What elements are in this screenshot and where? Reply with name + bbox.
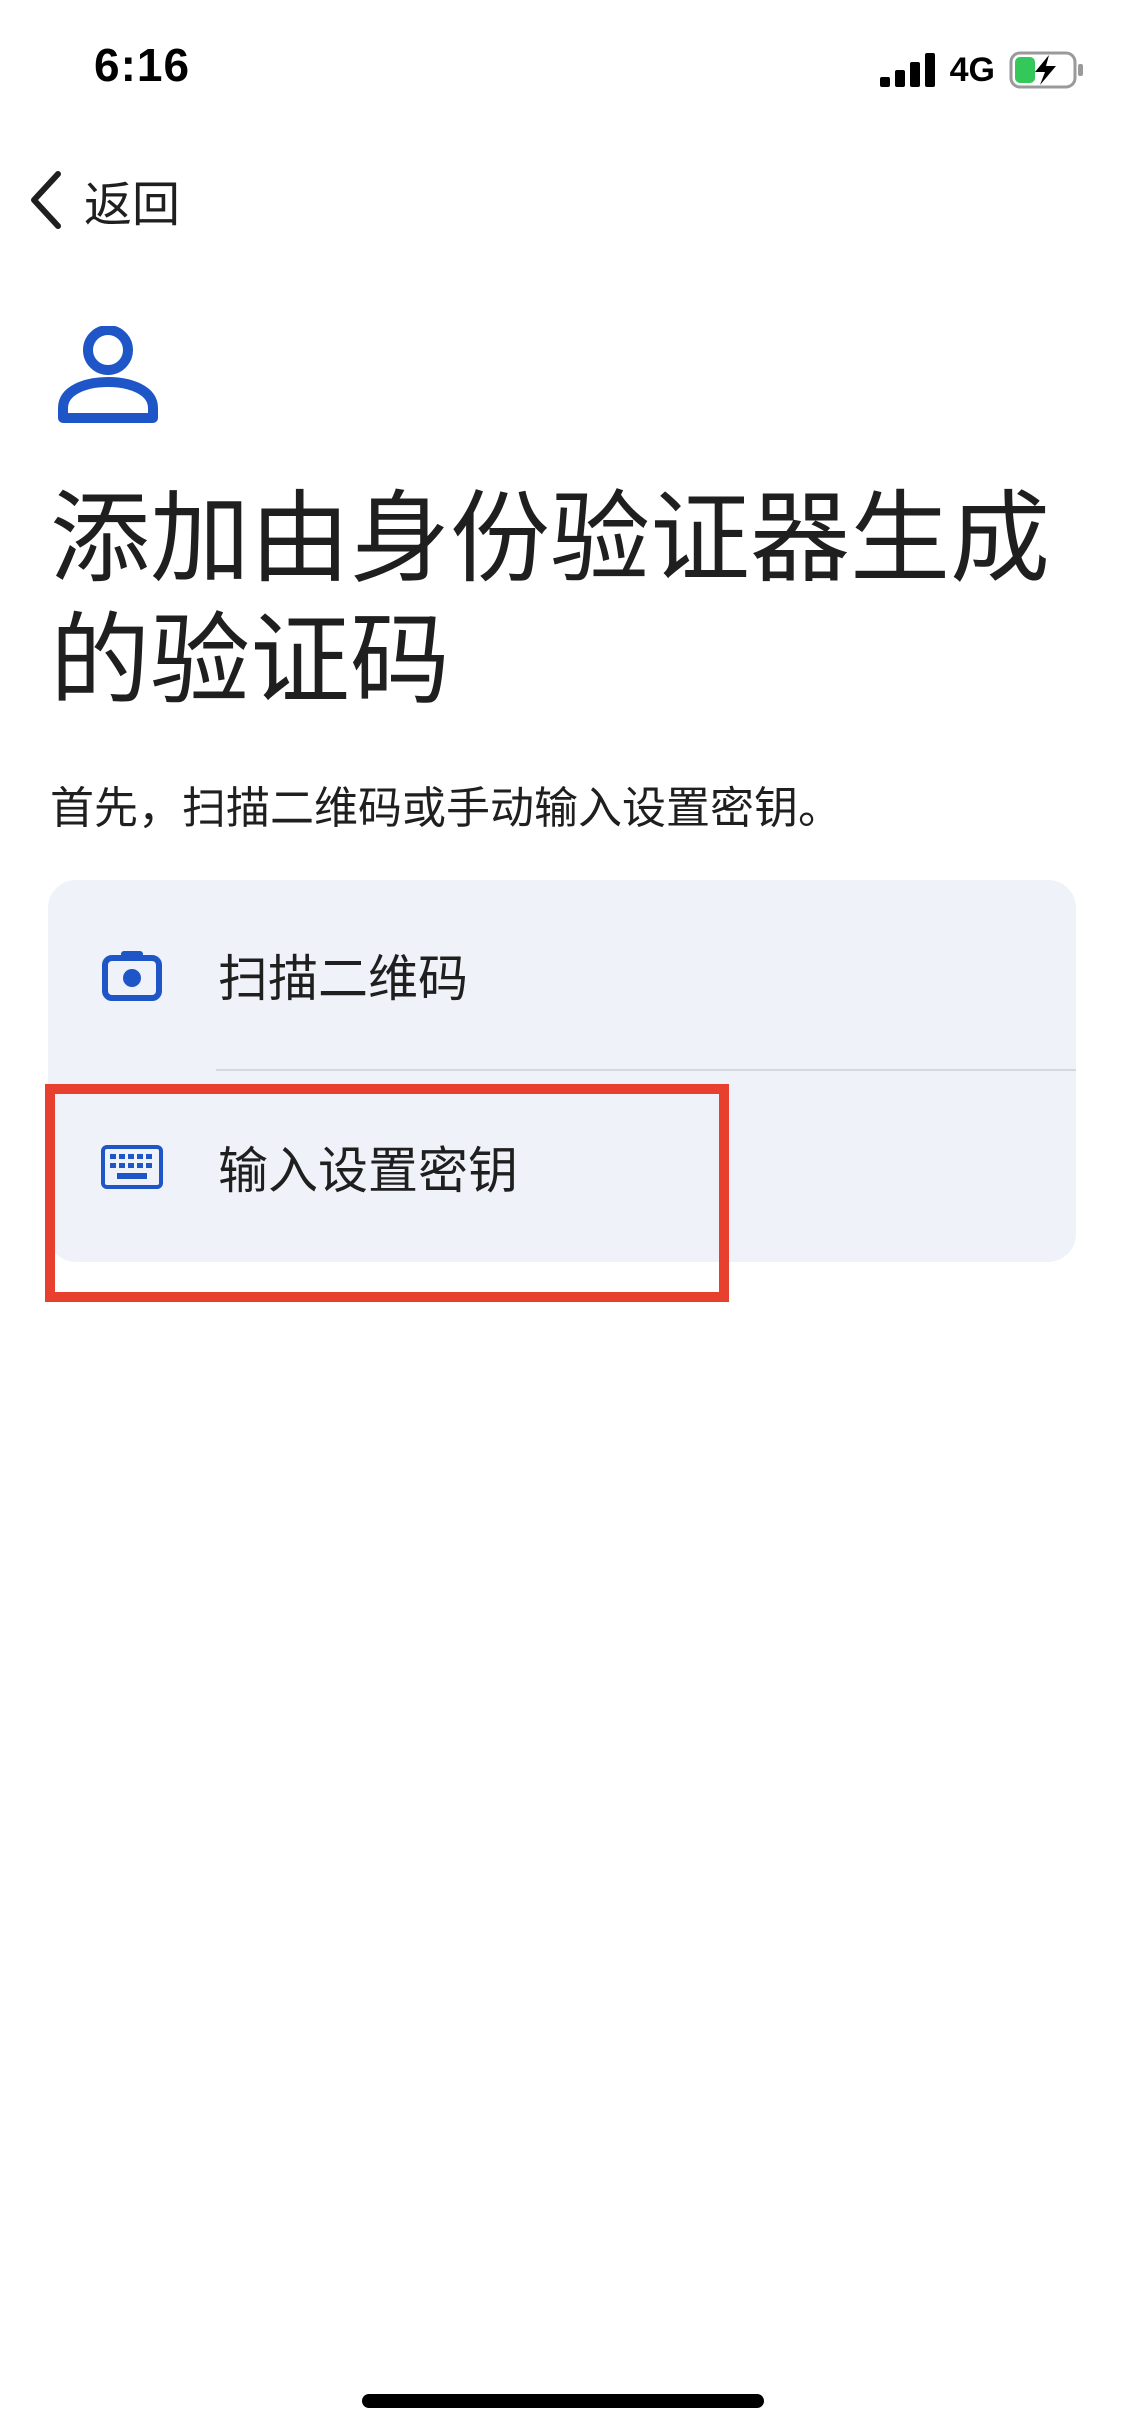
home-indicator[interactable] bbox=[362, 2394, 764, 2408]
enter-setup-key-label: 输入设置密钥 bbox=[218, 1142, 518, 1200]
enter-setup-key-option[interactable]: 输入设置密钥 bbox=[48, 1072, 1076, 1262]
cellular-signal-icon bbox=[879, 53, 935, 87]
network-type: 4G bbox=[949, 50, 995, 89]
back-button[interactable]: 返回 bbox=[26, 162, 180, 238]
page-title: 添加由身份验证器生成的验证码 bbox=[50, 480, 1050, 719]
scan-qr-code-label: 扫描二维码 bbox=[218, 950, 468, 1008]
option-divider bbox=[216, 1069, 1076, 1071]
chevron-left-icon bbox=[31, 171, 61, 229]
camera-icon bbox=[100, 943, 164, 1007]
back-label: 返回 bbox=[84, 177, 181, 233]
status-indicators: 4G bbox=[879, 50, 1085, 90]
keyboard-icon bbox=[100, 1135, 164, 1199]
battery-charging-icon bbox=[1009, 51, 1083, 89]
status-time: 6:16 bbox=[94, 39, 191, 91]
status-bar: 6:16 4G bbox=[0, 0, 1125, 140]
options-card: 扫描二维码 输入设置密钥 bbox=[48, 880, 1076, 1262]
scan-qr-code-option[interactable]: 扫描二维码 bbox=[48, 880, 1076, 1070]
page-subtitle: 首先，扫描二维码或手动输入设置密钥。 bbox=[50, 783, 842, 834]
person-icon bbox=[58, 326, 158, 423]
